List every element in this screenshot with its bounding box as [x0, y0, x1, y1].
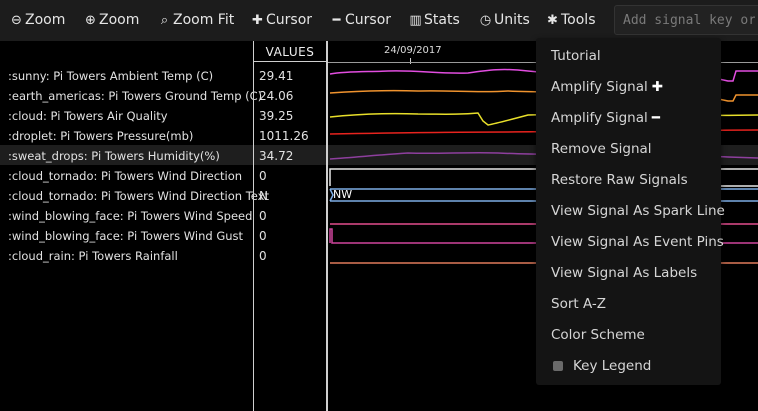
menu-item-label: View Signal As Event Pins: [551, 234, 724, 250]
minus-icon: ━: [332, 13, 341, 28]
menu-item-view-event-pins[interactable]: View Signal As Event Pins: [551, 232, 724, 252]
zoom-out-button[interactable]: ⊖ Zoom: [10, 0, 65, 41]
units-label: Units: [494, 12, 530, 28]
clock-icon: ◷: [479, 13, 492, 28]
values-header: VALUES: [254, 43, 326, 62]
add-cursor-button[interactable]: ✚ Cursor: [251, 0, 312, 41]
magnify-plus-icon: ⊕: [85, 13, 96, 28]
magnify-minus-icon: ⊖: [11, 13, 22, 28]
signal-name-ground-temp[interactable]: :earth_americas: Pi Towers Ground Temp (…: [8, 86, 262, 106]
gear-icon: ✱: [547, 13, 558, 28]
signal-name-ambient-temp[interactable]: :sunny: Pi Towers Ambient Temp (C): [8, 66, 213, 86]
plus-icon: ✚: [651, 79, 664, 95]
menu-item-label: Sort A-Z: [551, 296, 607, 312]
menu-item-color-scheme[interactable]: Color Scheme: [551, 325, 645, 345]
stats-label: Stats: [424, 12, 460, 28]
zoom-in-button[interactable]: ⊕ Zoom: [84, 0, 139, 41]
remove-cursor-button[interactable]: ━ Cursor: [330, 0, 391, 41]
signal-value: 1011.26: [259, 129, 309, 143]
key-legend-checkbox[interactable]: [553, 361, 563, 371]
signal-name-wind-direction-text[interactable]: :cloud_tornado: Pi Towers Wind Direction…: [8, 186, 269, 206]
zoom-fit-button[interactable]: ⌕ Zoom Fit: [158, 0, 234, 41]
signal-name-air-quality[interactable]: :cloud: Pi Towers Air Quality: [8, 106, 168, 126]
signal-value: 0: [259, 209, 267, 223]
bar-chart-icon: ▥: [409, 13, 422, 28]
menu-item-label: View Signal As Labels: [551, 265, 698, 281]
zoom-in-label: Zoom: [99, 12, 140, 28]
signal-value: 24.06: [259, 89, 294, 103]
zoom-out-label: Zoom: [25, 12, 66, 28]
signal-value: 39.25: [259, 109, 294, 123]
menu-item-tutorial[interactable]: Tutorial: [551, 46, 601, 66]
signal-name-rainfall[interactable]: :cloud_rain: Pi Towers Rainfall: [8, 246, 178, 266]
signal-value: 0: [259, 169, 267, 183]
menu-item-label: Tutorial: [551, 48, 601, 64]
tools-label: Tools: [561, 12, 596, 28]
zoom-fit-label: Zoom Fit: [173, 12, 235, 28]
add-signal-input[interactable]: [614, 5, 758, 35]
signal-name-pressure[interactable]: :droplet: Pi Towers Pressure(mb): [8, 126, 193, 146]
menu-item-remove-signal[interactable]: Remove Signal: [551, 139, 652, 159]
tools-button[interactable]: ✱ Tools: [546, 0, 596, 41]
menu-item-label: Amplify Signal: [551, 79, 648, 95]
signal-value: 34.72: [259, 149, 294, 163]
menu-item-sort-a-z[interactable]: Sort A-Z: [551, 294, 606, 314]
menu-item-label: Color Scheme: [551, 327, 645, 343]
menu-item-restore-raw-signals[interactable]: Restore Raw Signals: [551, 170, 688, 190]
minus-icon: ━: [651, 110, 660, 126]
signal-value: 0: [259, 249, 267, 263]
menu-item-label: Amplify Signal: [551, 110, 648, 126]
menu-item-label: Restore Raw Signals: [551, 172, 688, 188]
tools-menu: Tutorial Amplify Signal ✚ Amplify Signal ━…: [536, 38, 725, 385]
toolbar: ⊖ Zoom ⊕ Zoom ⌕ Zoom Fit ✚ Cursor ━ Cursor ▥ S…: [0, 0, 758, 41]
wind-direction-label: NW: [333, 188, 353, 201]
units-button[interactable]: ◷ Units: [479, 0, 530, 41]
signal-name-wind-direction[interactable]: :cloud_tornado: Pi Towers Wind Direction: [8, 166, 242, 186]
menu-item-view-labels[interactable]: View Signal As Labels: [551, 263, 697, 283]
signal-value: 0: [259, 229, 267, 243]
menu-item-label: Key Legend: [573, 358, 652, 374]
menu-item-amplify-signal-up[interactable]: Amplify Signal ✚: [551, 77, 663, 97]
menu-item-label: Remove Signal: [551, 141, 652, 157]
zoom-fit-icon: ⌕: [160, 13, 169, 28]
add-cursor-label: Cursor: [266, 12, 313, 28]
signal-name-humidity[interactable]: :sweat_drops: Pi Towers Humidity(%): [8, 146, 220, 166]
menu-item-amplify-signal-down[interactable]: Amplify Signal ━: [551, 108, 660, 128]
signal-value: N: [259, 189, 268, 203]
remove-cursor-label: Cursor: [345, 12, 392, 28]
menu-item-label: View Signal As Spark Line: [551, 203, 725, 219]
plus-icon: ✚: [252, 13, 263, 28]
signal-name-wind-speed[interactable]: :wind_blowing_face: Pi Towers Wind Speed: [8, 206, 252, 226]
signal-name-wind-gust[interactable]: :wind_blowing_face: Pi Towers Wind Gust: [8, 226, 243, 246]
menu-item-view-spark-line[interactable]: View Signal As Spark Line: [551, 201, 725, 221]
signal-value: 29.41: [259, 69, 294, 83]
stats-button[interactable]: ▥ Stats: [409, 0, 460, 41]
menu-item-key-legend[interactable]: Key Legend: [551, 356, 651, 376]
